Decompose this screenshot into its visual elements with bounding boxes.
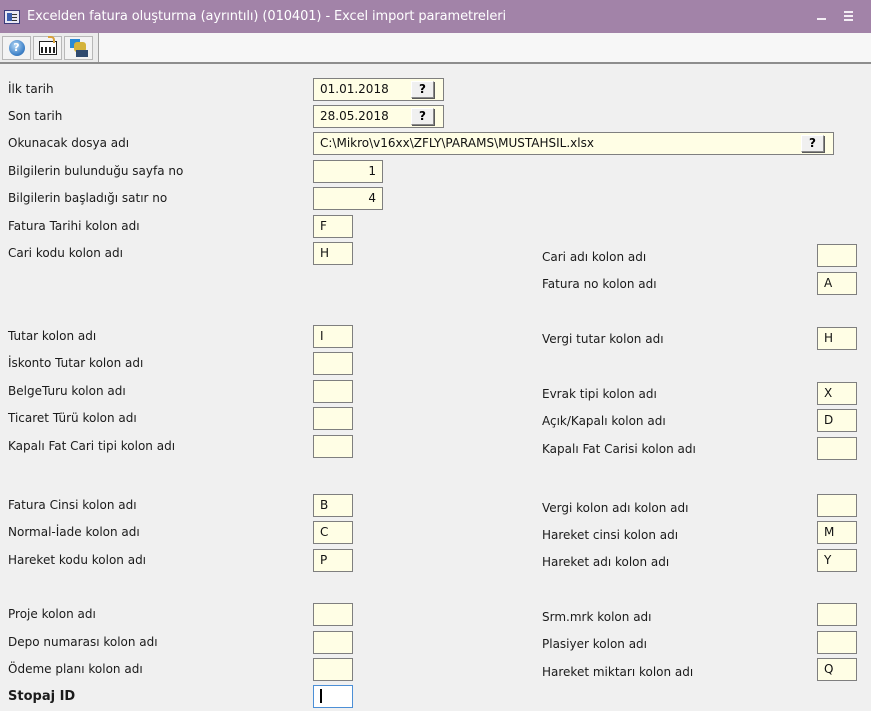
dosya-adi-field[interactable]: C:\Mikro\v16xx\ZFLY\PARAMS\MUSTAHSIL.xls…	[313, 132, 834, 155]
vergi-tutar-label: Vergi tutar kolon adı	[542, 332, 664, 346]
vergi-kolon-label: Vergi kolon adı kolon adı	[542, 501, 689, 515]
ilk-tarih-field[interactable]: 01.01.2018 ?	[313, 78, 444, 101]
belge-turu-field[interactable]	[313, 380, 353, 403]
son-tarih-picker-button[interactable]: ?	[411, 108, 434, 125]
ilk-tarih-value: 01.01.2018	[320, 82, 389, 96]
import-parameters-form: İlk tarih 01.01.2018 ? Son tarih 28.05.2…	[0, 64, 871, 711]
odeme-plani-label: Ödeme planı kolon adı	[8, 662, 143, 676]
plasiyer-label: Plasiyer kolon adı	[542, 637, 648, 651]
ticaret-turu-label: Ticaret Türü kolon adı	[8, 411, 137, 425]
hareket-kodu-field[interactable]: P	[313, 549, 353, 572]
iskonto-tutar-label: İskonto Tutar kolon adı	[8, 356, 144, 370]
acik-kapali-label: Açık/Kapalı kolon adı	[542, 414, 666, 428]
dosya-adi-value: C:\Mikro\v16xx\ZFLY\PARAMS\MUSTAHSIL.xls…	[320, 136, 594, 150]
depo-numarasi-label: Depo numarası kolon adı	[8, 635, 158, 649]
vergi-tutar-field[interactable]: H	[817, 327, 857, 350]
iskonto-tutar-field[interactable]	[313, 352, 353, 375]
ilk-tarih-picker-button[interactable]: ?	[411, 81, 434, 98]
kapali-fat-cari-tipi-label: Kapalı Fat Cari tipi kolon adı	[8, 439, 176, 453]
son-tarih-label: Son tarih	[8, 109, 63, 123]
evrak-tipi-field[interactable]: X	[817, 382, 857, 405]
normal-iade-label: Normal-İade kolon adı	[8, 525, 140, 539]
toolbar: ?	[0, 33, 871, 64]
app-icon	[4, 9, 20, 24]
help-button[interactable]: ?	[2, 35, 31, 60]
fatura-no-label: Fatura no kolon adı	[542, 277, 657, 291]
kapali-fat-carisi-field[interactable]	[817, 437, 857, 460]
calculator-icon	[38, 35, 57, 55]
help-icon: ?	[8, 39, 25, 56]
sayfa-no-field[interactable]: 1	[313, 160, 383, 183]
fatura-tarihi-label: Fatura Tarihi kolon adı	[8, 219, 140, 233]
stopaj-id-label: Stopaj ID	[8, 689, 76, 704]
calculator-button[interactable]	[33, 35, 62, 60]
fatura-cinsi-label: Fatura Cinsi kolon adı	[8, 498, 137, 512]
plasiyer-field[interactable]	[817, 631, 857, 654]
menu-icon	[844, 11, 853, 21]
cari-adi-label: Cari adı kolon adı	[542, 250, 647, 264]
normal-iade-field[interactable]: C	[313, 521, 353, 544]
fatura-tarihi-field[interactable]: F	[313, 215, 353, 238]
srm-mrk-label: Srm.mrk kolon adı	[542, 610, 652, 624]
acik-kapali-field[interactable]: D	[817, 409, 857, 432]
srm-mrk-field[interactable]	[817, 603, 857, 626]
satir-no-field[interactable]: 4	[313, 187, 383, 210]
text-cursor	[320, 688, 322, 703]
sayfa-no-label: Bilgilerin bulunduğu sayfa no	[8, 164, 184, 178]
tutar-field[interactable]: I	[313, 325, 353, 348]
hareket-miktari-label: Hareket miktarı kolon adı	[542, 665, 694, 679]
cari-kodu-label: Cari kodu kolon adı	[8, 246, 123, 260]
proje-field[interactable]	[313, 603, 353, 626]
hareket-adi-label: Hareket adı kolon adı	[542, 555, 670, 569]
stopaj-id-field[interactable]	[313, 685, 353, 708]
son-tarih-field[interactable]: 28.05.2018 ?	[313, 105, 444, 128]
vergi-kolon-field[interactable]	[817, 494, 857, 517]
proje-label: Proje kolon adı	[8, 607, 96, 621]
cari-kodu-field[interactable]: H	[313, 242, 353, 265]
odeme-plani-field[interactable]	[313, 658, 353, 681]
belge-turu-label: BelgeTuru kolon adı	[8, 384, 126, 398]
excel-import-button[interactable]	[64, 35, 93, 60]
minimize-icon	[817, 18, 826, 20]
excel-import-icon	[69, 38, 88, 57]
ticaret-turu-field[interactable]	[313, 407, 353, 430]
cari-adi-field[interactable]	[817, 244, 857, 267]
evrak-tipi-label: Evrak tipi kolon adı	[542, 387, 657, 401]
hareket-adi-field[interactable]: Y	[817, 549, 857, 572]
satir-no-label: Bilgilerin başladığı satır no	[8, 191, 168, 205]
window-title: Excelden fatura oluşturma (ayrıntılı) (0…	[27, 9, 506, 24]
depo-numarasi-field[interactable]	[313, 631, 353, 654]
hareket-cinsi-field[interactable]: M	[817, 521, 857, 544]
dosya-adi-browse-button[interactable]: ?	[801, 135, 824, 152]
hareket-kodu-label: Hareket kodu kolon adı	[8, 553, 147, 567]
fatura-no-field[interactable]: A	[817, 272, 857, 295]
kapali-fat-cari-tipi-field[interactable]	[313, 435, 353, 458]
hareket-cinsi-label: Hareket cinsi kolon adı	[542, 528, 679, 542]
hareket-miktari-field[interactable]: Q	[817, 658, 857, 681]
fatura-cinsi-field[interactable]: B	[313, 494, 353, 517]
title-bar: Excelden fatura oluşturma (ayrıntılı) (0…	[0, 0, 871, 33]
dosya-adi-label: Okunacak dosya adı	[8, 136, 130, 150]
ilk-tarih-label: İlk tarih	[8, 82, 54, 96]
kapali-fat-carisi-label: Kapalı Fat Carisi kolon adı	[542, 442, 696, 456]
tutar-label: Tutar kolon adı	[8, 329, 97, 343]
son-tarih-value: 28.05.2018	[320, 109, 389, 123]
toolbar-button-group: ?	[0, 33, 99, 62]
